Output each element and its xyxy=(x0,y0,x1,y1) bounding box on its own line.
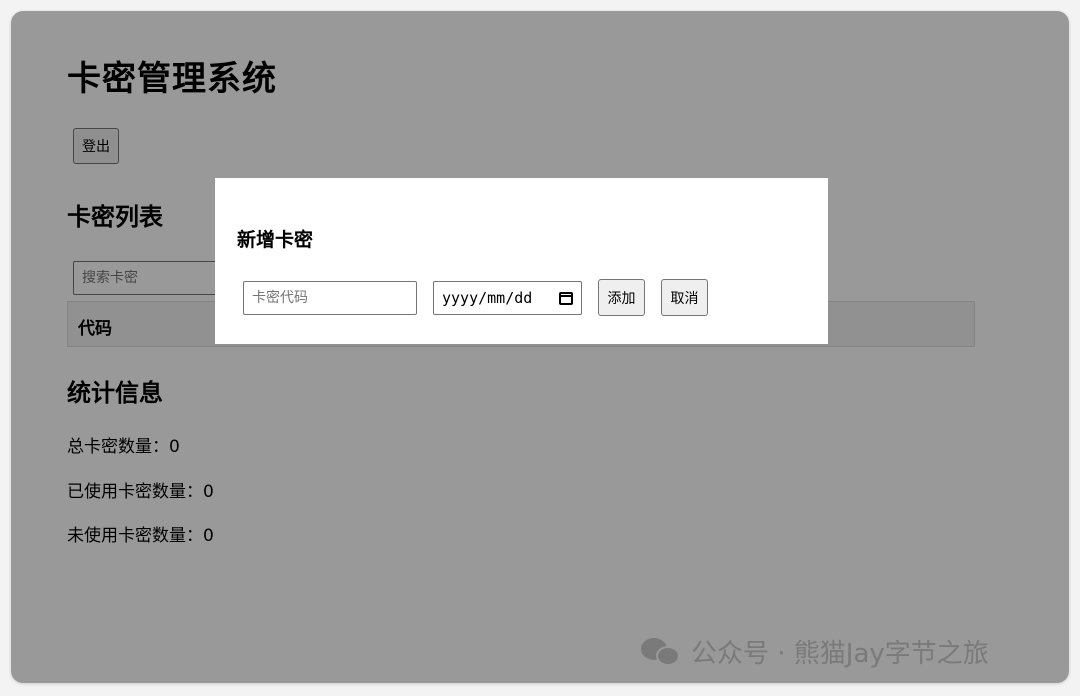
card-code-input[interactable] xyxy=(243,281,417,315)
modal-title: 新增卡密 xyxy=(237,229,314,251)
wechat-icon xyxy=(641,636,681,668)
add-button[interactable]: 添加 xyxy=(598,279,645,316)
watermark: 公众号 · 熊猫Jay字节之旅 xyxy=(641,633,989,670)
cancel-button[interactable]: 取消 xyxy=(661,279,708,316)
app-window: 卡密管理系统 登出 卡密列表 代码 统计信息 总卡密数量：0 已使用卡密数量：0… xyxy=(11,11,1069,683)
add-card-modal: 新增卡密 yyyy/mm/dd 添加 取消 xyxy=(215,178,828,344)
watermark-text: 公众号 · 熊猫Jay字节之旅 xyxy=(691,639,989,669)
calendar-icon[interactable] xyxy=(559,291,573,305)
modal-overlay[interactable] xyxy=(11,11,1069,683)
date-placeholder: yyyy/mm/dd xyxy=(442,289,533,307)
expiry-date-input[interactable]: yyyy/mm/dd xyxy=(433,281,582,315)
